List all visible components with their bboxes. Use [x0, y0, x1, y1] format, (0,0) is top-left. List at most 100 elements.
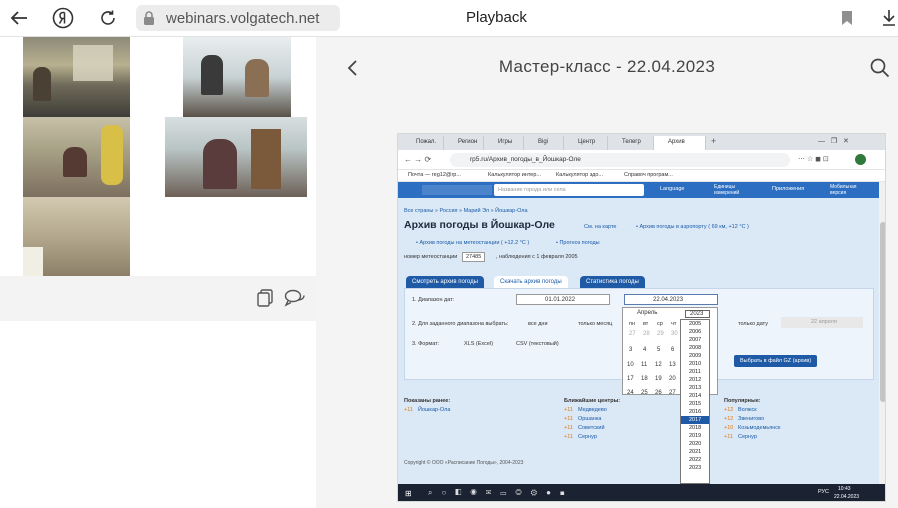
option-date: только дату: [738, 321, 769, 327]
calendar-year: 2023: [685, 310, 711, 318]
calendar-day: 28: [643, 331, 650, 337]
map-link: См. на карте: [584, 224, 617, 230]
calendar-day: 27: [669, 390, 676, 396]
window-controls-icon: — ❐ ✕: [818, 138, 849, 145]
city-link: Волжск: [738, 407, 757, 413]
calendar-day: 30: [671, 331, 678, 337]
calendar-day: 12: [655, 362, 662, 368]
search-icon[interactable]: [870, 58, 890, 78]
date-select: 22 апреля: [781, 317, 863, 328]
city-link: Оршанка: [578, 416, 602, 422]
shared-screen: Пожал. Регион Игры Bigi Центр Телегр Арх…: [397, 133, 886, 502]
year-option: 2022: [689, 457, 702, 463]
calendar-day: 6: [671, 347, 675, 353]
site-language-link: Language: [660, 186, 685, 192]
city-temp: +11: [564, 425, 573, 431]
city-temp: +11: [724, 434, 733, 440]
option-month: только месяц: [578, 321, 613, 327]
tab-download-archive: Скачать архив погоды: [494, 276, 568, 288]
screen-nav-icon: ← → ⟳: [404, 155, 432, 164]
calendar-day: 11: [641, 362, 648, 368]
screen-url: rp5.ru/Архив_погоды_в_Йошкар-Оле: [450, 153, 790, 167]
year-option: 2006: [689, 329, 702, 335]
yandex-icon[interactable]: [52, 7, 74, 29]
city-temp: +10: [724, 425, 734, 431]
taskbar-date: 22.04.2023: [834, 494, 860, 500]
screen-tab: Регион: [444, 136, 484, 150]
screen-bookmarks-bar: Почта — reg12@rp... Калькулятор интер...…: [398, 170, 885, 182]
weekday: ср: [657, 321, 663, 327]
city-link: Козьмодемьянск: [738, 425, 781, 431]
year-dropdown: 2005 2006 2007 2008 2009 2010 2011 2012 2013 2014…: [680, 319, 710, 484]
year-option: 2005: [689, 321, 702, 327]
calendar-month: Апрель: [637, 310, 658, 316]
screen-tab-strip: Пожал. Регион Игры Bigi Центр Телегр Арх…: [398, 134, 885, 150]
city-temp: +11: [404, 407, 413, 413]
year-option: 2023: [689, 465, 702, 471]
taskbar-apps-icons: ⌕○◧◉✉▭◎⚙●◼: [428, 488, 574, 497]
webcam-tile: [183, 37, 291, 117]
page-title: Playback: [466, 9, 527, 26]
profile-avatar-icon: [855, 154, 866, 165]
year-option: 2019: [689, 433, 702, 439]
calendar-day: 5: [657, 347, 661, 353]
screen-tab: Телегр: [608, 136, 654, 150]
calendar-day: 29: [657, 331, 664, 337]
calendar-day: 26: [655, 390, 662, 396]
screen-tab: Игры: [484, 136, 524, 150]
option-all-days: все дни: [528, 321, 548, 327]
copy-icon[interactable]: [256, 289, 274, 307]
calendar-day: 27: [629, 331, 636, 337]
site-header: Название города или села Language Единиц…: [398, 182, 879, 198]
webcam-panel: [0, 37, 316, 508]
lock-icon: [142, 11, 156, 25]
city-temp: +11: [564, 407, 573, 413]
screen-bookmark: Почта — reg12@rp...: [408, 172, 461, 178]
download-icon[interactable]: [880, 7, 898, 29]
webcam-tile: [23, 197, 130, 276]
city-temp: +11: [564, 416, 573, 422]
windows-start-icon: ⊞: [405, 489, 412, 498]
back-arrow-icon[interactable]: [8, 7, 30, 29]
address-bar[interactable]: webinars.volgatech.net: [136, 5, 340, 31]
tab-view-archive: Смотреть архив погоды: [406, 276, 484, 288]
city-temp: +12: [724, 407, 734, 413]
calendar-day: 24: [627, 390, 634, 396]
site-breadcrumb: Все страны » Россия » Марий Эл » Йошкар-…: [404, 208, 528, 214]
screen-tab: Центр: [564, 136, 608, 150]
reload-icon[interactable]: [97, 7, 119, 29]
format-xls: XLS (Excel): [464, 341, 494, 347]
screen-tab: Bigi: [524, 136, 564, 150]
screen-address-bar: ← → ⟳ rp5.ru/Архив_погоды_в_Йошкар-Оле ⋯…: [398, 150, 885, 170]
city-temp: +11: [564, 434, 573, 440]
new-tab-icon: +: [711, 136, 717, 146]
year-option: 2012: [689, 377, 702, 383]
calendar-day: 13: [669, 362, 676, 368]
site-content: Все страны » Россия » Марий Эл » Йошкар-…: [398, 198, 879, 484]
shown-title: Показаны ранее:: [404, 398, 451, 404]
recording-title: Мастер-класс - 22.04.2023: [498, 57, 716, 76]
windows-taskbar: ⊞ ⌕○◧◉✉▭◎⚙●◼ РУС 10:43 22.04.2023: [398, 484, 885, 501]
chat-icon[interactable]: [284, 288, 306, 308]
year-option: 2017: [681, 416, 709, 424]
download-button: Выбрать в файл GZ (архив): [734, 355, 818, 367]
screen-tab: Пожал.: [402, 136, 444, 150]
playback-header: Мастер-класс - 22.04.2023: [316, 37, 898, 132]
near-title: Ближайшие центры:: [564, 398, 621, 404]
screen-bookmark: Калькулятор здо...: [556, 172, 603, 178]
city-link: Сернур: [738, 434, 757, 440]
site-heading: Архив погоды в Йошкар-Оле: [404, 219, 555, 231]
station-number: 27485: [462, 252, 486, 262]
tab-stats: Статистика погоды: [580, 276, 645, 288]
year-option: 2008: [689, 345, 702, 351]
bookmark-icon[interactable]: [836, 7, 858, 29]
screen-scrollbar: [879, 182, 885, 484]
weekday: вт: [643, 321, 649, 327]
station-label: номер метеостанции: [404, 254, 458, 260]
year-option: 2010: [689, 361, 702, 367]
screen-toolbar-icons: ⋯ ☆ ◼ ⊡: [798, 156, 829, 163]
taskbar-time: 10:43: [838, 486, 851, 492]
screen-tab-active: Архив: [654, 136, 706, 150]
year-option: 2014: [689, 393, 702, 399]
site-units-link: Единицы измерений: [714, 184, 740, 196]
